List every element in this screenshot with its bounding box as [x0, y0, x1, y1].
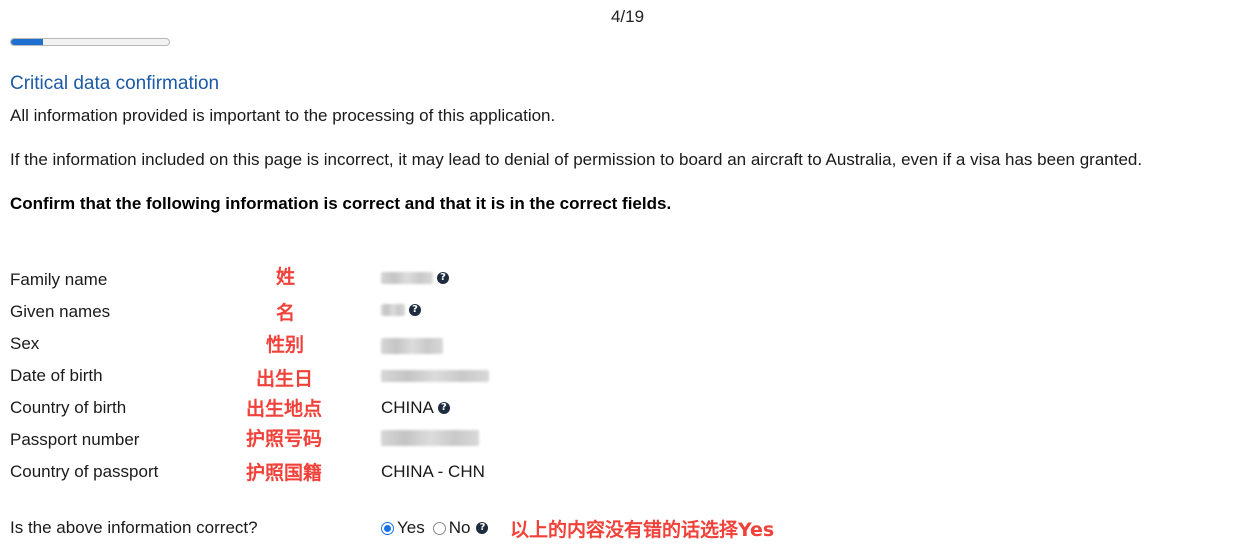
annotation-given-names: 名 — [276, 302, 296, 324]
confirm-question: Is the above information correct? — [10, 518, 258, 537]
row-sex-label: Sex — [10, 334, 40, 353]
progress-fill — [11, 39, 43, 45]
row-passport-number-value — [381, 430, 479, 446]
no-label[interactable]: No — [449, 518, 471, 538]
row-date-of-birth-label: Date of birth — [10, 366, 103, 385]
annotation-sex: 性别 — [266, 334, 305, 356]
row-given-names-value: ? — [381, 304, 421, 316]
annotation-country-of-passport: 护照国籍 — [246, 462, 323, 484]
help-icon[interactable]: ? — [409, 304, 421, 316]
redacted-value — [381, 272, 433, 284]
row-sex-value — [381, 338, 443, 354]
confirm-radio-group: Yes No ? — [381, 518, 489, 538]
row-passport-number-label: Passport number — [10, 430, 140, 449]
help-icon[interactable]: ? — [476, 522, 489, 534]
row-given-names-label: Given names — [10, 302, 111, 321]
annotation-country-of-birth: 出生地点 — [246, 398, 323, 420]
intro-text: All information provided is important to… — [10, 106, 556, 125]
no-radio[interactable] — [432, 521, 446, 535]
annotation-family-name: 姓 — [276, 266, 296, 288]
page-counter: 4/19 — [610, 7, 645, 26]
section-title: Critical data confirmation — [10, 73, 220, 94]
help-icon[interactable]: ? — [437, 272, 449, 284]
country-of-passport-text: CHINA - CHN — [381, 462, 485, 481]
row-country-of-passport-value: CHINA - CHN — [381, 462, 485, 482]
warning-text: If the information included on this page… — [10, 150, 1143, 169]
redacted-value — [381, 370, 489, 382]
row-family-name-label: Family name — [10, 270, 108, 289]
country-of-birth-text: CHINA — [381, 398, 434, 417]
help-icon[interactable]: ? — [437, 402, 450, 414]
row-date-of-birth-value — [381, 370, 489, 382]
annotation-date-of-birth: 出生日 — [256, 368, 314, 390]
redacted-value — [381, 338, 443, 354]
yes-label[interactable]: Yes — [397, 518, 425, 538]
row-family-name-value: ? — [381, 272, 449, 284]
row-country-of-passport-label: Country of passport — [10, 462, 159, 481]
annotation-passport-number: 护照号码 — [246, 428, 323, 450]
progress-bar — [10, 38, 170, 46]
instruction-text: Confirm that the following information i… — [10, 194, 672, 213]
redacted-value — [381, 430, 479, 446]
yes-radio[interactable] — [381, 521, 394, 535]
row-country-of-birth-label: Country of birth — [10, 398, 127, 417]
annotation-confirm: 以上的内容没有错的话选择Yes — [510, 519, 775, 541]
redacted-value — [381, 304, 405, 316]
row-country-of-birth-value: CHINA ? — [381, 398, 450, 418]
